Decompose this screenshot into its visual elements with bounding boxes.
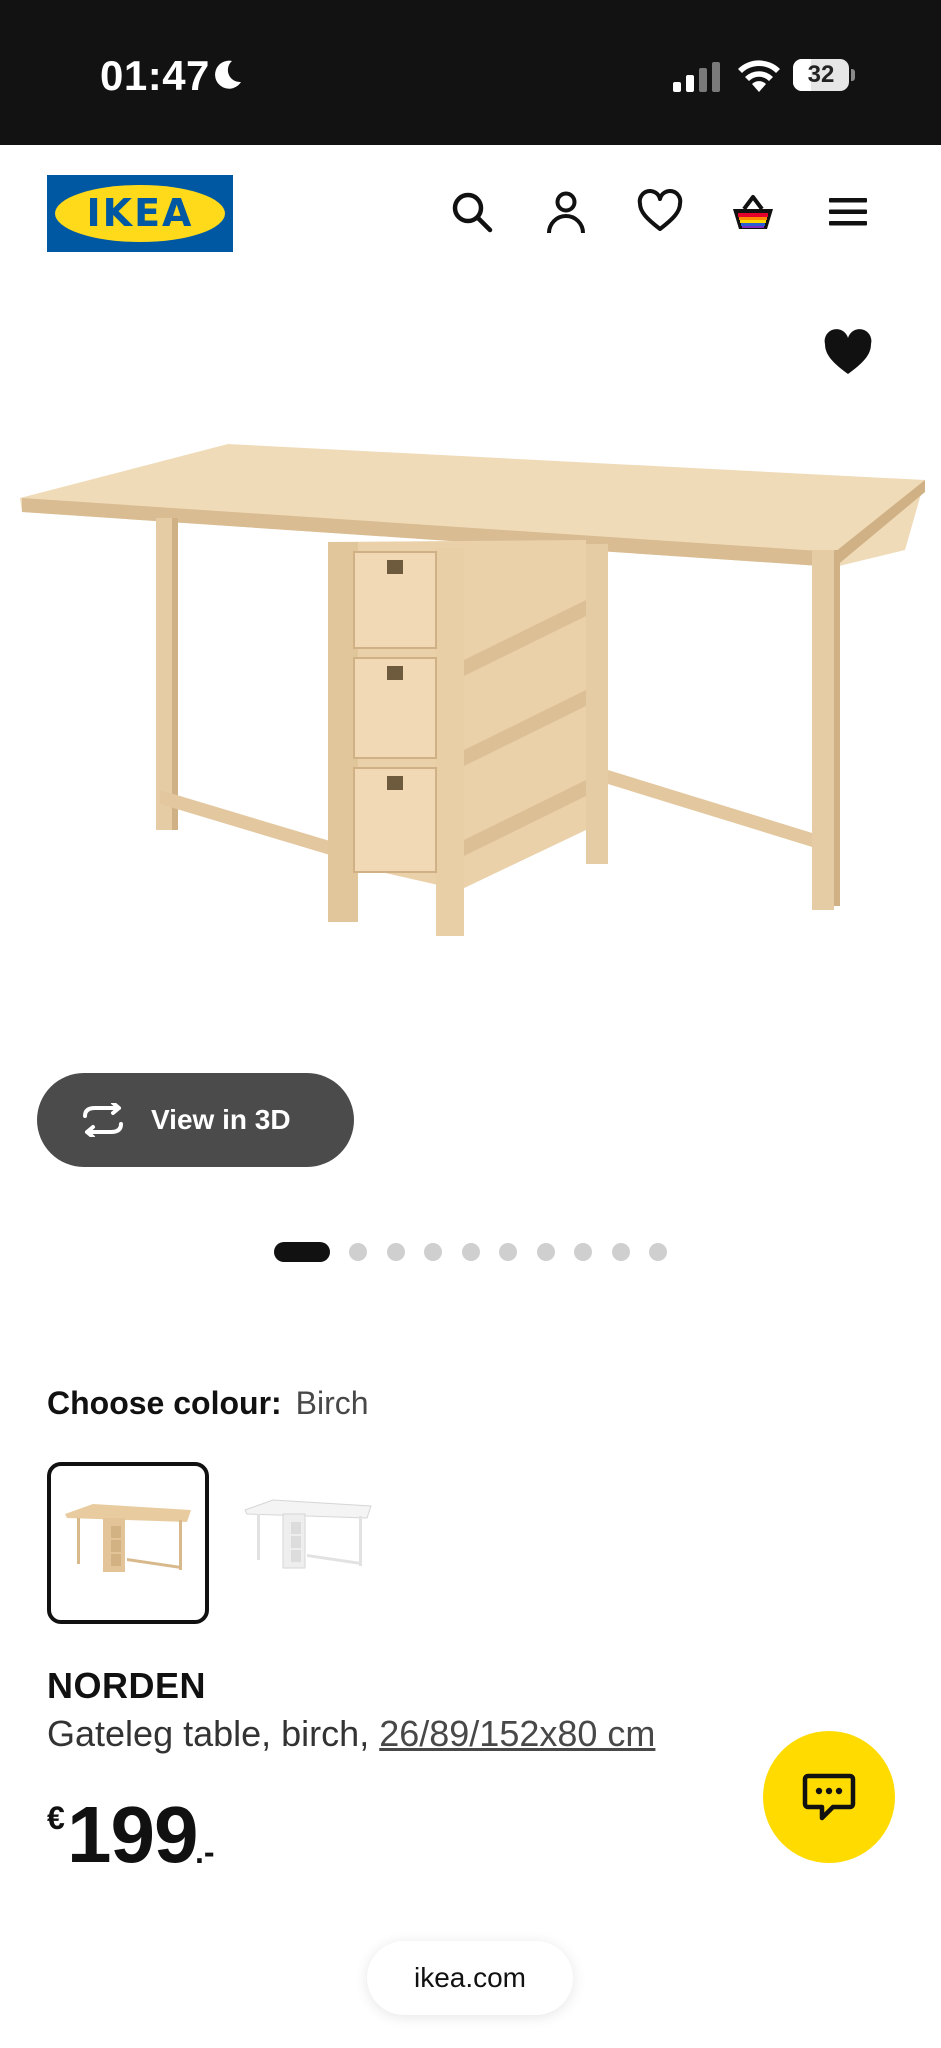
price-suffix: .-: [195, 1834, 215, 1870]
battery-percentage: 32: [807, 61, 835, 88]
carousel-pagination: [274, 1242, 687, 1262]
product-dimensions-link[interactable]: 26/89/152x80 cm: [379, 1713, 655, 1754]
carousel-dot[interactable]: [424, 1243, 442, 1261]
carousel-dot[interactable]: [611, 1243, 630, 1261]
heart-icon: [637, 189, 683, 231]
carousel-dot[interactable]: [499, 1243, 517, 1261]
favourites-button[interactable]: [635, 187, 685, 237]
carousel-dot[interactable]: [349, 1243, 367, 1261]
basket-button[interactable]: [728, 187, 778, 237]
logo-text: IKEA: [86, 191, 194, 235]
battery-body: 32: [793, 59, 849, 91]
birch-table-thumbnail: [65, 1504, 191, 1572]
white-table-thumbnail: [244, 1499, 372, 1569]
browser-url-bar[interactable]: ikea.com: [367, 1941, 573, 2015]
chat-bubble-icon: [802, 1773, 856, 1821]
save-to-list-heart-icon[interactable]: [822, 328, 874, 378]
status-bar: 01:47 32: [0, 0, 941, 145]
shopping-basket-icon: [733, 195, 773, 229]
choose-colour-label: Choose colour:: [47, 1385, 282, 1421]
selected-colour-value: Birch: [295, 1385, 369, 1421]
ikea-logo[interactable]: IKEA: [47, 175, 233, 252]
view-in-3d-label: View in 3D: [151, 1104, 291, 1135]
carousel-dot[interactable]: [649, 1243, 667, 1261]
site-header: IKEA: [0, 145, 941, 280]
status-time: 01:47: [100, 52, 210, 99]
moon-icon: [215, 60, 241, 89]
colour-option-white[interactable]: [231, 1462, 393, 1624]
carousel-dot-active[interactable]: [274, 1242, 330, 1262]
price-amount: 199: [67, 1790, 198, 1879]
product-name: NORDEN: [47, 1665, 207, 1706]
menu-icon: [829, 198, 867, 226]
search-button[interactable]: [447, 187, 497, 237]
price-currency: €: [47, 1800, 65, 1836]
rotate-3d-icon: [83, 1103, 123, 1137]
search-icon: [452, 192, 493, 233]
chat-button[interactable]: [763, 1731, 895, 1863]
battery-cap: [851, 69, 855, 81]
carousel-dot[interactable]: [536, 1243, 555, 1261]
carousel-dot[interactable]: [574, 1243, 592, 1261]
battery-indicator: 32: [793, 59, 855, 91]
user-icon: [547, 191, 585, 234]
account-button[interactable]: [541, 187, 591, 237]
product-gallery[interactable]: View in 3D: [0, 280, 941, 1300]
cellular-signal-icon: [673, 62, 720, 92]
colour-chooser-row: Choose colour: Birch: [47, 1385, 369, 1422]
carousel-dot[interactable]: [386, 1243, 405, 1261]
product-type: Gateleg table, birch,: [47, 1713, 370, 1754]
colour-option-birch[interactable]: [47, 1462, 209, 1624]
wifi-icon: [738, 60, 780, 92]
view-in-3d-button[interactable]: View in 3D: [37, 1073, 354, 1167]
product-description: Gateleg table, birch, 26/89/152x80 cm: [47, 1713, 655, 1755]
menu-button[interactable]: [823, 187, 873, 237]
product-image: [20, 444, 925, 936]
carousel-dot[interactable]: [461, 1243, 480, 1261]
